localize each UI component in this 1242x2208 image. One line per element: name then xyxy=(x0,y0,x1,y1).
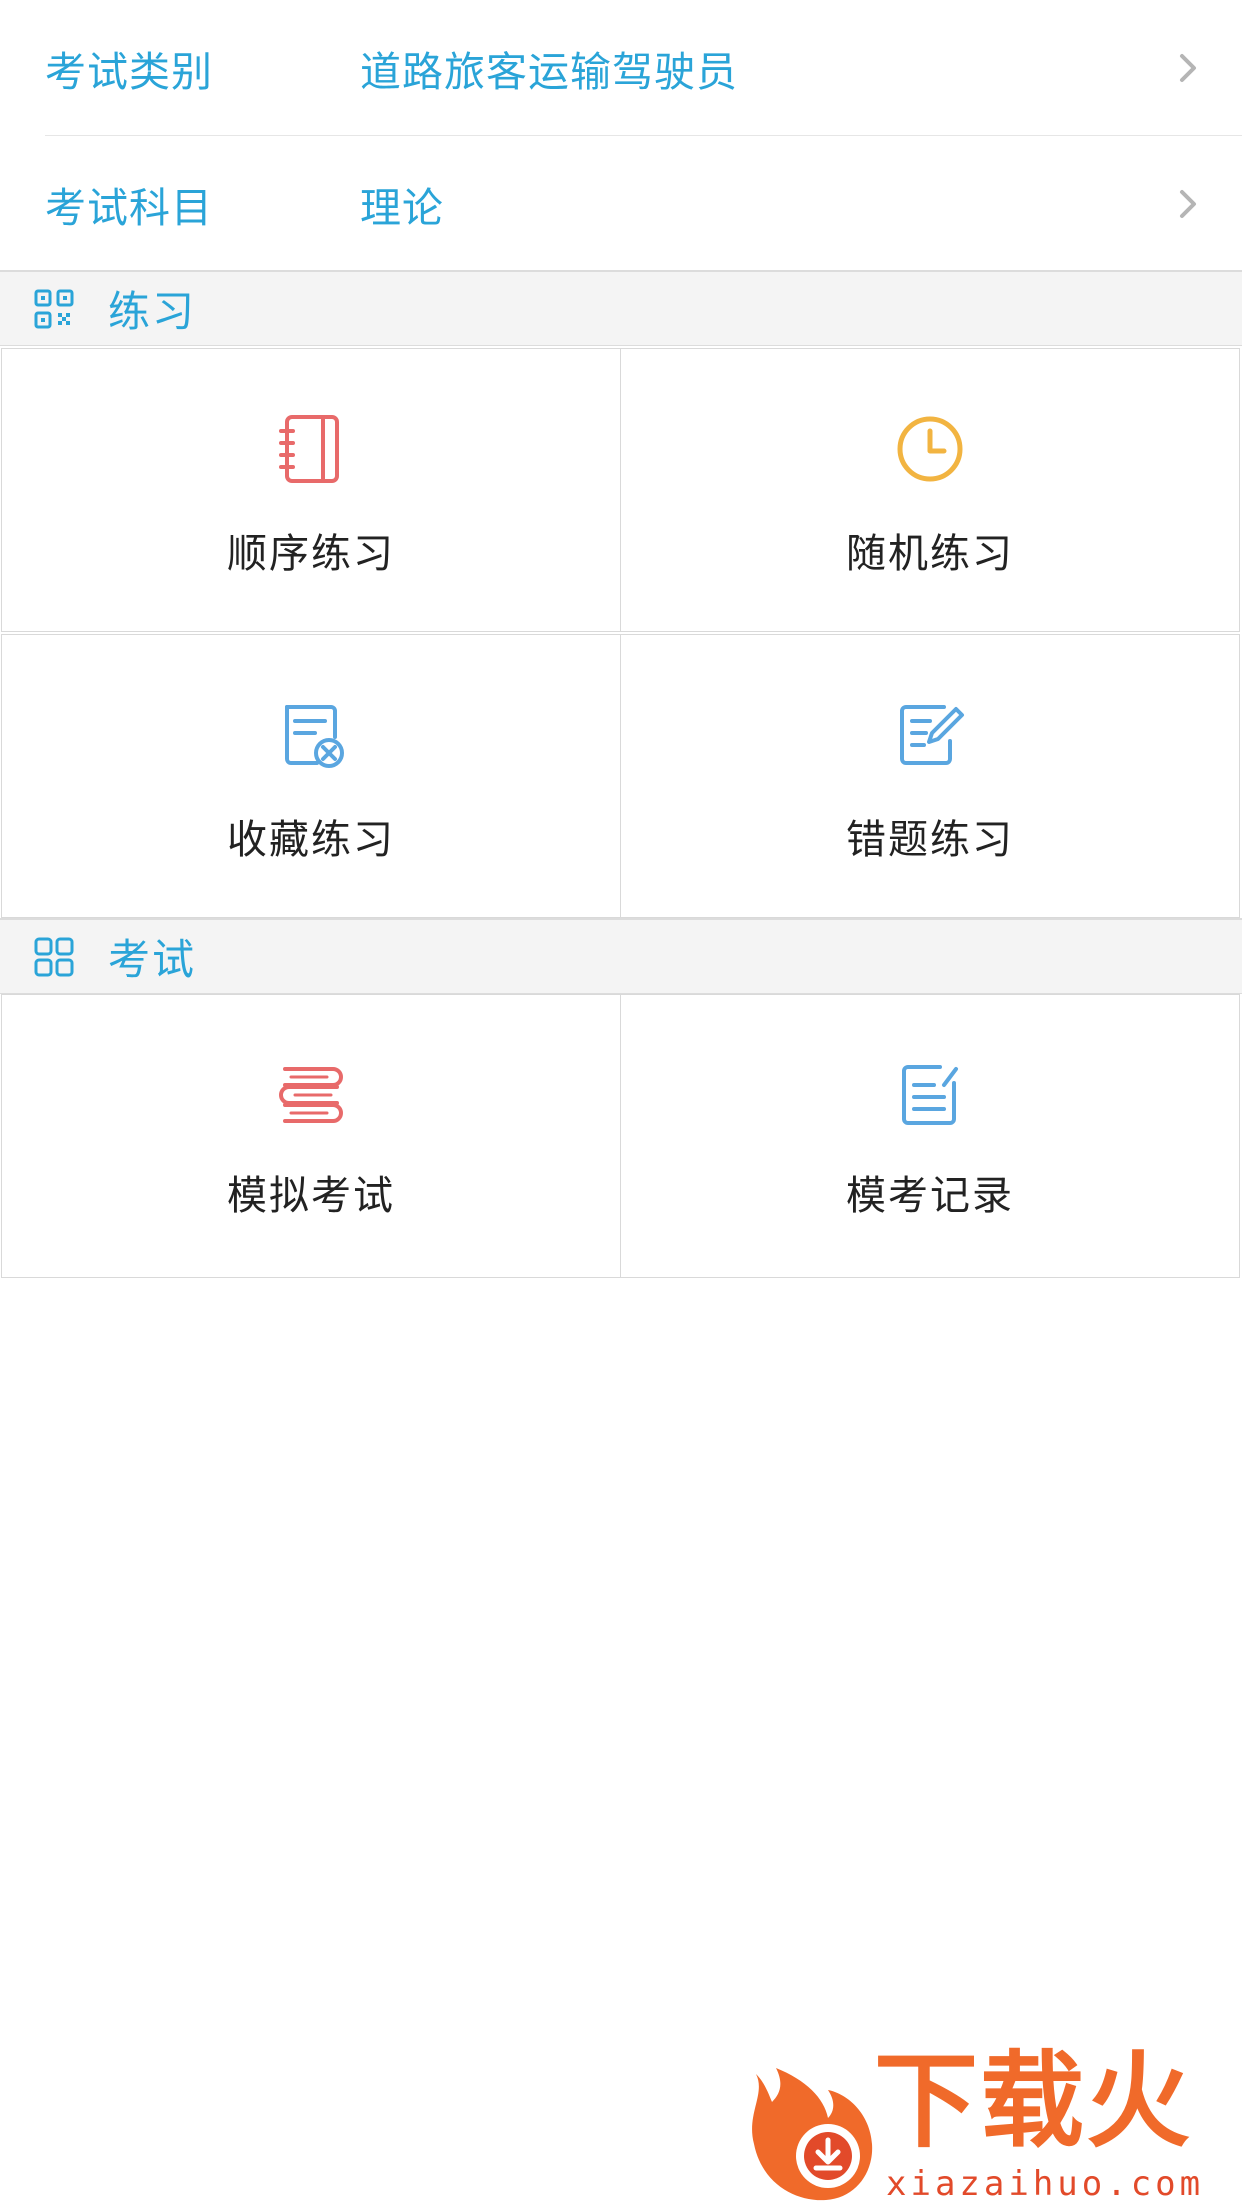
notebook-icon xyxy=(279,415,339,483)
exam-section-title: 考试 xyxy=(108,935,197,984)
wrong-questions-practice-tile[interactable]: 错题练习 xyxy=(620,634,1240,918)
clock-icon xyxy=(897,416,963,482)
chevron-right-icon xyxy=(1180,53,1196,82)
exam-subject-label: 考试科目 xyxy=(45,183,213,232)
record-document-icon xyxy=(902,1065,958,1125)
exam-section-header: 考试 xyxy=(0,918,1242,994)
mock-exam-records-label: 模考记录 xyxy=(846,1173,1014,1219)
exam-category-row[interactable]: 考试类别 道路旅客运输驾驶员 xyxy=(0,0,1242,135)
wrong-questions-practice-label: 错题练习 xyxy=(846,817,1014,863)
edit-document-icon xyxy=(900,705,964,765)
chevron-right-icon xyxy=(1180,189,1196,218)
mock-exam-tile[interactable]: 模拟考试 xyxy=(1,994,621,1278)
exam-subject-row[interactable]: 考试科目 理论 xyxy=(0,136,1242,271)
favorites-document-icon xyxy=(285,705,344,768)
favorites-practice-tile[interactable]: 收藏练习 xyxy=(1,634,621,918)
mock-exam-records-tile[interactable]: 模考记录 xyxy=(620,994,1240,1278)
watermark-brand: 下载火 xyxy=(874,2040,1193,2162)
sequential-practice-tile[interactable]: 顺序练习 xyxy=(1,348,621,632)
practice-section-header: 练习 xyxy=(0,270,1242,346)
random-practice-label: 随机练习 xyxy=(846,531,1014,577)
random-practice-tile[interactable]: 随机练习 xyxy=(620,348,1240,632)
favorites-practice-label: 收藏练习 xyxy=(227,817,395,863)
stacked-books-icon xyxy=(279,1067,343,1123)
qr-code-icon xyxy=(34,289,74,328)
app-page: 考试类别 道路旅客运输驾驶员 考试科目 理论 练习 顺序练习 随机练习 收藏练习… xyxy=(0,0,1242,2208)
grid-icon xyxy=(34,937,74,976)
watermark: 下载火 xiazaihuo.com xyxy=(736,2046,1242,2208)
sequential-practice-label: 顺序练习 xyxy=(227,531,395,577)
flame-download-logo-icon xyxy=(752,2068,873,2201)
exam-subject-value: 理论 xyxy=(360,183,444,232)
exam-category-label: 考试类别 xyxy=(45,47,213,96)
practice-section-title: 练习 xyxy=(108,287,197,336)
mock-exam-label: 模拟考试 xyxy=(227,1173,395,1219)
exam-category-value: 道路旅客运输驾驶员 xyxy=(360,47,738,96)
watermark-domain: xiazaihuo.com xyxy=(886,2164,1205,2204)
